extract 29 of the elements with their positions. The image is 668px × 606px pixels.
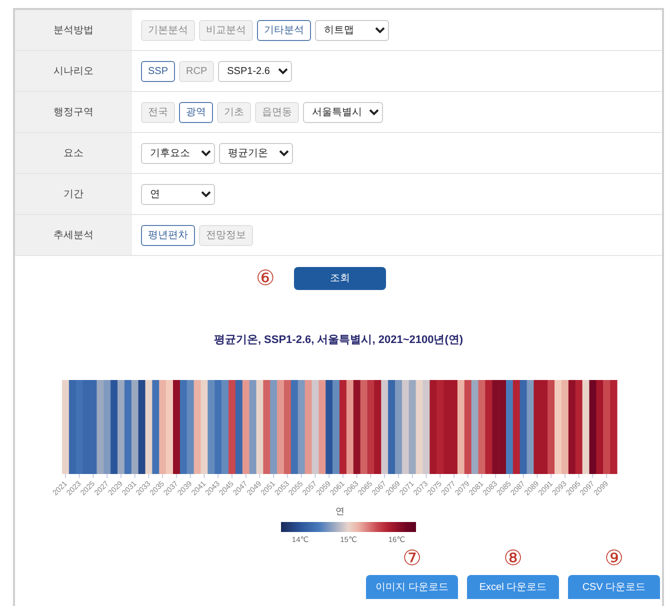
row-label: 분석방법 — [15, 10, 132, 50]
dropdown[interactable]: 평균기온 — [219, 142, 293, 164]
download-button[interactable]: Excel 다운로드 — [467, 575, 559, 599]
toggle-button[interactable]: 전망정보 — [199, 224, 253, 246]
step-marker: ⑥ — [256, 268, 275, 288]
step-marker: ⑧ — [504, 548, 522, 569]
dropdown[interactable]: 연 — [141, 184, 215, 204]
toggle-button[interactable]: 광역 — [179, 102, 213, 122]
chart-title: 평균기온, SSP1-2.6, 서울특별시, 2021~2100년(연) — [212, 333, 464, 347]
toggle-button[interactable]: 기타분석 — [257, 20, 311, 40]
row-label: 행정구역 — [15, 92, 132, 132]
axis-title: 연 — [336, 506, 344, 516]
dropdown[interactable]: 서울특별시 — [303, 102, 383, 122]
toggle-button[interactable]: 기본분석 — [141, 20, 195, 40]
dropdown[interactable]: SSP1-2.6 — [218, 60, 292, 82]
toggle-button[interactable]: 기초 — [217, 102, 251, 122]
row-label: 요소 — [15, 133, 132, 173]
download-button[interactable]: 이미지 다운로드 — [366, 575, 458, 599]
step-marker: ⑨ — [604, 548, 624, 569]
row-label: 기간 — [15, 174, 132, 214]
toggle-button[interactable]: 평년편차 — [141, 224, 195, 246]
toggle-button[interactable]: SSP — [141, 60, 176, 82]
search-button[interactable]: 조회 — [294, 266, 386, 290]
dropdown[interactable]: 기후요소 — [141, 142, 215, 164]
dropdown[interactable]: 히트맵 — [315, 20, 389, 40]
row-label: 시나리오 — [15, 51, 132, 91]
download-button[interactable]: CSV 다운로드 — [568, 575, 660, 599]
row-label: 추세분석 — [15, 215, 132, 255]
step-marker: ⑦ — [402, 548, 422, 569]
